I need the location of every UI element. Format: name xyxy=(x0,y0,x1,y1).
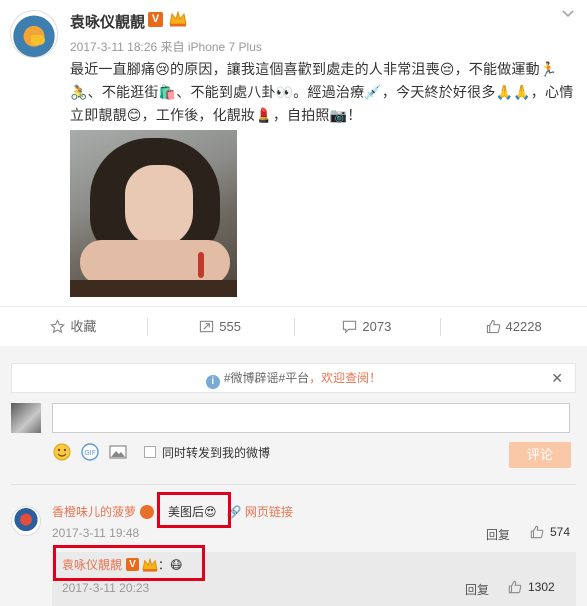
favorite-button[interactable]: 收藏 xyxy=(0,307,147,346)
highlight-box xyxy=(157,492,231,528)
verified-icon: V xyxy=(148,12,163,27)
post-meta: 2017-3-11 18:26 来自 iPhone 7 Plus xyxy=(70,40,262,54)
comment-time: 2017-3-11 19:48 xyxy=(52,526,140,540)
divider xyxy=(11,484,576,485)
thumbs-up-icon xyxy=(486,319,500,334)
highlight-box xyxy=(53,545,205,581)
comment-icon xyxy=(343,320,357,334)
comment-button[interactable]: 2073 xyxy=(293,307,441,353)
notice-suffix: ，欢迎查阅！ xyxy=(309,371,382,385)
weibo-post: 袁咏仪靚靚 V 2017-3-11 18:26 来自 iPhone 7 Plus… xyxy=(0,0,587,306)
star-icon xyxy=(50,319,66,334)
comment-like-count: 574 xyxy=(550,525,571,539)
sub-reply-time: 2017-3-11 20:23 xyxy=(62,581,150,595)
sub-reply-like-button[interactable]: 1302 xyxy=(508,580,555,594)
author-avatar[interactable] xyxy=(10,10,58,58)
chevron-down-icon[interactable] xyxy=(561,6,575,20)
also-repost-checkbox[interactable] xyxy=(144,446,156,458)
rumor-notice: i #微博辟谣#平台，欢迎查阅！ ✕ xyxy=(11,363,576,393)
reply-button[interactable]: 回复 xyxy=(486,526,510,543)
post-photo[interactable] xyxy=(70,130,237,297)
commenter-avatar[interactable] xyxy=(11,506,41,536)
submit-comment-button[interactable]: 评论 xyxy=(509,442,571,468)
gif-icon[interactable]: GIF xyxy=(80,442,100,462)
image-icon[interactable] xyxy=(108,442,128,462)
repost-count: 555 xyxy=(219,319,241,334)
web-link[interactable]: 🔗 网页链接 xyxy=(227,503,293,521)
like-button[interactable]: 42228 xyxy=(440,307,587,346)
notice-tag-link[interactable]: #微博辟谣#平台 xyxy=(224,371,309,385)
repost-icon xyxy=(200,320,214,333)
comment-section: i #微博辟谣#平台，欢迎查阅！ ✕ GIF 同时转发到我的微博 评论 香橙味儿的… xyxy=(0,346,587,606)
svg-text:GIF: GIF xyxy=(84,449,96,457)
thumbs-up-icon xyxy=(530,525,544,539)
thumbs-up-icon xyxy=(508,580,522,594)
emoji-icon[interactable] xyxy=(52,442,72,462)
post-action-bar: 收藏 555 2073 42228 xyxy=(0,306,587,353)
web-link-label: 网页链接 xyxy=(244,505,293,519)
like-count: 42228 xyxy=(505,319,542,334)
post-content: 最近一直腳痛😢的原因，讓我這個喜歡到處走的人非常沮喪😔，不能做運動🏃🚴、不能逛街… xyxy=(70,61,574,123)
repost-button[interactable]: 555 xyxy=(146,307,294,346)
sub-reply-button[interactable]: 回复 xyxy=(465,581,489,598)
info-icon: i xyxy=(205,375,220,389)
member-crown-icon xyxy=(169,11,187,27)
sub-reply-like-count: 1302 xyxy=(528,580,555,594)
comment-tools: GIF 同时转发到我的微博 xyxy=(52,440,270,464)
author-name[interactable]: 袁咏仪靚靚 xyxy=(70,11,145,32)
also-repost-label: 同时转发到我的微博 xyxy=(162,445,271,460)
member-icon xyxy=(140,505,155,519)
favorite-label: 收藏 xyxy=(70,319,97,334)
comment-input[interactable] xyxy=(52,403,570,433)
comment-like-button[interactable]: 574 xyxy=(530,525,570,539)
comment-count: 2073 xyxy=(362,319,392,334)
close-icon[interactable]: ✕ xyxy=(551,364,563,392)
commenter-name[interactable]: 香橙味儿的菠萝 xyxy=(52,503,136,521)
my-avatar xyxy=(11,403,41,433)
